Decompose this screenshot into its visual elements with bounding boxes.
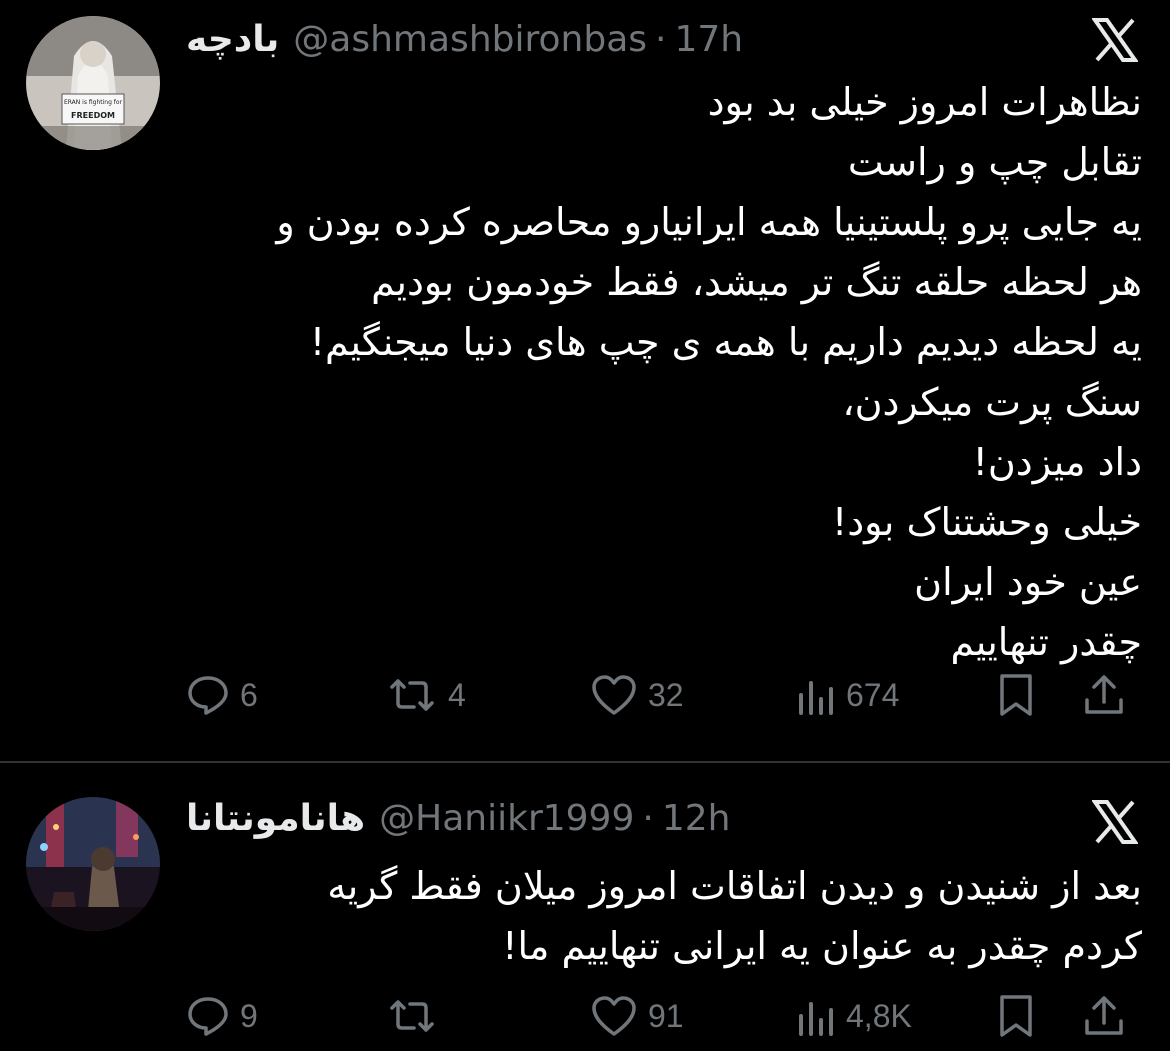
like-button[interactable]: 91 <box>590 988 684 1044</box>
tweet-text: بعد از شنیدن و دیدن اتفاقات امروز میلان … <box>182 856 1142 976</box>
tweet-text-line: یه جایی پرو پلستینیا همه ایرانیارو محاصر… <box>276 200 1142 244</box>
like-icon <box>590 673 638 717</box>
avatar-sign-line-1: ERAN is fighting for <box>64 99 123 106</box>
views-button[interactable]: 4,8K <box>796 988 912 1044</box>
x-logo-icon <box>1091 800 1139 844</box>
tweet-text-line: سنگ پرت میکردن، <box>842 380 1142 424</box>
bookmark-button[interactable] <box>996 988 1036 1044</box>
x-logo-icon <box>1091 18 1139 62</box>
share-button[interactable] <box>1082 667 1126 723</box>
separator-dot: · <box>642 797 654 839</box>
reply-button[interactable]: 6 <box>186 667 258 723</box>
tweet-text-line: هر لحظه حلقه تنگ تر میشد، فقط خودمون بود… <box>371 260 1142 304</box>
reply-icon <box>186 673 230 717</box>
repost-icon <box>386 994 438 1038</box>
bookmark-icon <box>996 993 1036 1039</box>
action-bar: 9 91 4,8K <box>186 988 1146 1044</box>
tweet-text: نظاهرات امروز خیلی بد بود تقابل چپ و راس… <box>182 72 1142 672</box>
repost-count: 4 <box>448 676 466 713</box>
tweet-text-line: چقدر تنهاییم <box>950 620 1142 664</box>
tweet-header: هانامونتانا @Haniikr1999 · 12h <box>186 793 730 843</box>
avatar-sign-line-2: FREEDOM <box>71 111 115 120</box>
views-count: 4,8K <box>846 997 912 1034</box>
tweet-text-line: یه لحظه دیدیم داریم با همه ی چپ های دنیا… <box>309 320 1142 364</box>
like-count: 32 <box>648 676 684 713</box>
views-icon <box>796 673 836 717</box>
action-bar: 6 4 32 674 <box>186 667 1146 723</box>
tweet[interactable]: ERAN is fighting for FREEDOM بادچه @ashm… <box>0 0 1170 762</box>
like-count: 91 <box>648 997 684 1034</box>
views-count: 674 <box>846 676 900 713</box>
bookmark-icon <box>996 672 1036 718</box>
bookmark-button[interactable] <box>996 667 1036 723</box>
share-icon <box>1082 672 1126 718</box>
reply-button[interactable]: 9 <box>186 988 258 1044</box>
tweet-text-line: داد میزدن! <box>972 440 1142 484</box>
tweet-text-line: نظاهرات امروز خیلی بد بود <box>707 80 1142 124</box>
reply-icon <box>186 994 230 1038</box>
tweet-header: بادچه @ashmashbironbas · 17h <box>186 14 743 64</box>
user-handle[interactable]: @ashmashbironbas <box>293 19 647 60</box>
views-button[interactable]: 674 <box>796 667 899 723</box>
display-name[interactable]: بادچه <box>186 19 279 60</box>
timestamp[interactable]: 17h <box>674 19 743 60</box>
avatar[interactable]: ERAN is fighting for FREEDOM <box>26 16 160 150</box>
views-icon <box>796 994 836 1038</box>
separator-dot: · <box>655 18 667 60</box>
avatar[interactable] <box>26 797 160 931</box>
tweet-text-line: عین خود ایران <box>914 560 1142 604</box>
tweet[interactable]: هانامونتانا @Haniikr1999 · 12h بعد از شن… <box>0 763 1170 1051</box>
like-icon <box>590 994 638 1038</box>
reply-count: 6 <box>240 676 258 713</box>
user-handle[interactable]: @Haniikr1999 <box>379 798 634 839</box>
tweet-text-line: تقابل چپ و راست <box>847 140 1142 184</box>
repost-icon <box>386 673 438 717</box>
timestamp[interactable]: 12h <box>662 798 731 839</box>
share-icon <box>1082 993 1126 1039</box>
repost-button[interactable] <box>386 988 448 1044</box>
reply-count: 9 <box>240 997 258 1034</box>
tweet-text-line: کردم چقدر به عنوان یه ایرانی تنهاییم ما! <box>502 924 1142 968</box>
tweet-text-line: بعد از شنیدن و دیدن اتفاقات امروز میلان … <box>327 864 1142 908</box>
share-button[interactable] <box>1082 988 1126 1044</box>
like-button[interactable]: 32 <box>590 667 684 723</box>
repost-button[interactable]: 4 <box>386 667 466 723</box>
display-name[interactable]: هانامونتانا <box>186 798 365 839</box>
tweet-text-line: خیلی وحشتناک بود! <box>832 500 1142 544</box>
